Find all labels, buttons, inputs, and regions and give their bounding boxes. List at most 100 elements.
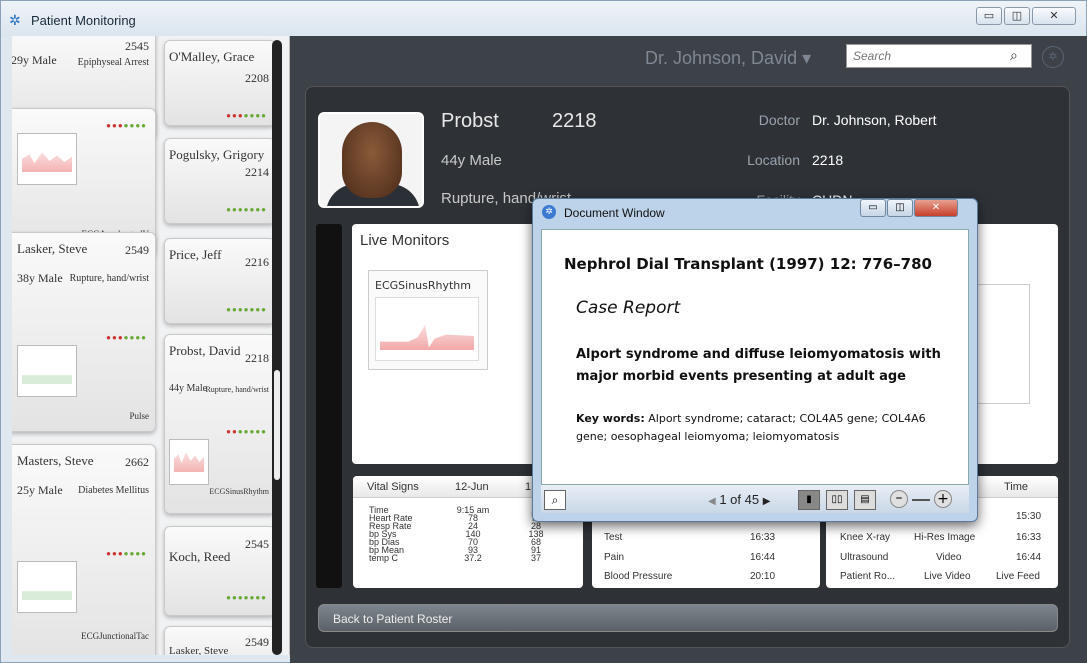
document-window-icon: ✲ <box>542 205 556 219</box>
close-button[interactable]: ✕ <box>1032 7 1076 25</box>
event-time: 20:10 <box>750 571 776 582</box>
vitals-header: Vital Signs <box>367 481 419 493</box>
time-header: Time <box>1004 481 1029 493</box>
roster-divider <box>272 40 282 655</box>
roster-name: Pogulsky, Grigory <box>169 147 265 162</box>
roster-number: 2214 <box>245 165 269 179</box>
ecg-graph <box>375 297 479 361</box>
roster-card[interactable]: Lasker, Steve 2549 <box>164 626 276 655</box>
image-name[interactable]: Knee X-ray <box>840 532 890 543</box>
status-dots: ●●●●●●● <box>226 305 267 314</box>
page-indicator: ◀ 1 of 45 ▶ <box>708 492 771 507</box>
image-name[interactable]: Ultrasound <box>840 552 888 563</box>
search-icon[interactable]: ⌕ <box>1010 48 1018 64</box>
minimize-button[interactable]: ▭ <box>976 7 1002 25</box>
roster-number: 2545 <box>245 537 269 551</box>
roster-name: Lasker, Steve <box>169 645 229 655</box>
image-type: Live Video <box>924 571 971 582</box>
live-monitor-tile-2[interactable] <box>970 284 1030 404</box>
vitals-col: 1 <box>525 481 532 493</box>
roster-number: 2662 <box>125 455 149 469</box>
status-dots: ●●●●●●● <box>106 333 147 342</box>
status-dots: ●●●●●●● <box>106 549 147 558</box>
roster-name: Price, Jeff <box>169 247 222 262</box>
doctor-label: Doctor <box>758 112 800 128</box>
doc-article-title: Alport syndrome and diffuse leiomyomatos… <box>576 347 941 384</box>
image-time: 15:30 <box>1016 511 1042 522</box>
side-strip <box>316 224 342 588</box>
status-dots: ●●●●●●● <box>226 111 267 120</box>
doc-keywords: Key words: Alport syndrome; cataract; CO… <box>576 412 926 443</box>
maximize-button[interactable]: ◫ <box>1004 7 1030 25</box>
doctor-selector[interactable]: Dr. Johnson, David ▾ <box>645 48 811 69</box>
roster-age: 25y Male <box>17 483 63 497</box>
vitals-col1: 9:15 am 78 24 140 70 93 37.2 <box>456 505 490 563</box>
roster-age: 44y Male <box>169 383 208 394</box>
roster-diagnosis: Rupture, hand/wrist <box>69 273 149 284</box>
prev-page-icon[interactable]: ◀ <box>708 496 716 507</box>
window-title: Patient Monitoring <box>31 13 136 28</box>
doc-search-icon[interactable]: ⌕ <box>544 490 566 510</box>
status-dots: ●●●●●●● <box>106 121 147 130</box>
roster-number: 2545 <box>125 39 149 53</box>
doctor-value: Dr. Johnson, Robert <box>812 112 937 128</box>
roster-age: 29y Male <box>12 53 57 67</box>
document-window-title: Document Window <box>564 206 665 220</box>
roster-card[interactable]: Pogulsky, Grigory 2214 ●●●●●●● <box>164 138 276 224</box>
monitor-label: ECGSinusRhythm <box>375 279 471 292</box>
roster-monitor-name: ECGSinusRhythm <box>209 487 269 496</box>
roster-number: 2216 <box>245 255 269 269</box>
two-page-view-icon[interactable]: ▯▯ <box>826 490 848 510</box>
live-monitor-tile[interactable]: ECGSinusRhythm <box>368 270 488 370</box>
location-value: 2218 <box>812 152 844 168</box>
roster-card[interactable]: Lasker, Steve 2549 38y Male Rupture, han… <box>12 232 156 432</box>
event-name: Test <box>604 532 623 543</box>
status-dots: ●●●●●●● <box>226 205 267 214</box>
roster-number: 2208 <box>245 71 269 85</box>
patient-age: 44y Male <box>441 152 502 169</box>
image-time: 16:44 <box>1016 552 1042 563</box>
roster-name: Lasker, Steve <box>17 241 88 256</box>
image-time: 16:33 <box>1016 532 1042 543</box>
roster-name: Probst, David <box>169 343 241 358</box>
thumbnail-view-icon[interactable]: ▤ <box>854 490 876 510</box>
roster-card[interactable]: O'Malley, Grace 2208 ●●●●●●● <box>164 40 276 126</box>
event-time: 16:44 <box>750 552 776 563</box>
roster-card[interactable]: Probst, David 2218 44y Male Rupture, han… <box>164 334 276 514</box>
image-time: Live Feed <box>996 571 1040 582</box>
status-dots: ●●●●●●● <box>226 427 267 436</box>
roster-monitor-name: ECGJunctionalTac <box>81 631 149 641</box>
roster-name: O'Malley, Grace <box>169 49 255 64</box>
roster-card[interactable]: Koch, Reed 2545 ●●●●●●● <box>164 526 276 616</box>
event-name: Pain <box>604 552 625 563</box>
image-name[interactable]: Patient Ro... <box>840 571 895 582</box>
mini-monitor <box>17 561 77 613</box>
doc-minimize-button[interactable]: ▭ <box>860 199 886 217</box>
search-input[interactable] <box>846 44 1032 68</box>
image-type: Hi-Res Image <box>914 532 976 543</box>
roster-monitor-name: Pulse <box>129 411 149 421</box>
doc-maximize-button[interactable]: ◫ <box>887 199 913 217</box>
zoom-in-icon[interactable]: + <box>934 490 952 508</box>
roster-card[interactable]: Price, Jeff 2216 ●●●●●●● <box>164 238 276 324</box>
roster-scrollbar[interactable] <box>274 370 280 480</box>
patient-number: 2218 <box>552 110 597 132</box>
event-time: 16:33 <box>750 532 776 543</box>
status-dots: ●●●●●●● <box>226 593 267 602</box>
next-page-icon[interactable]: ▶ <box>763 496 771 507</box>
zoom-out-icon[interactable]: – <box>890 490 908 508</box>
doc-journal: Nephrol Dial Transplant (1997) 12: 776–7… <box>564 255 932 273</box>
back-to-roster-button[interactable]: Back to Patient Roster <box>318 604 1058 632</box>
zoom-slider[interactable] <box>912 499 930 501</box>
roster-name: Masters, Steve <box>17 453 94 468</box>
chevron-down-icon: ▾ <box>802 48 812 68</box>
live-monitors-title: Live Monitors <box>360 232 450 249</box>
patient-roster: 2545 29y Male Epiphyseal Arrest ●●●●●●● … <box>12 36 290 655</box>
location-label: Location <box>747 152 800 168</box>
roster-card[interactable]: Masters, Steve 2662 25y Male Diabetes Me… <box>12 444 156 655</box>
vitals-labels: Time Heart Rate Resp Rate bp Sys bp Dias bp M… <box>369 505 413 563</box>
mini-monitor <box>17 345 77 397</box>
roster-diagnosis: Epiphyseal Arrest <box>77 57 149 68</box>
single-page-view-icon[interactable]: ▮ <box>798 490 820 510</box>
doc-close-button[interactable]: ✕ <box>914 199 958 217</box>
